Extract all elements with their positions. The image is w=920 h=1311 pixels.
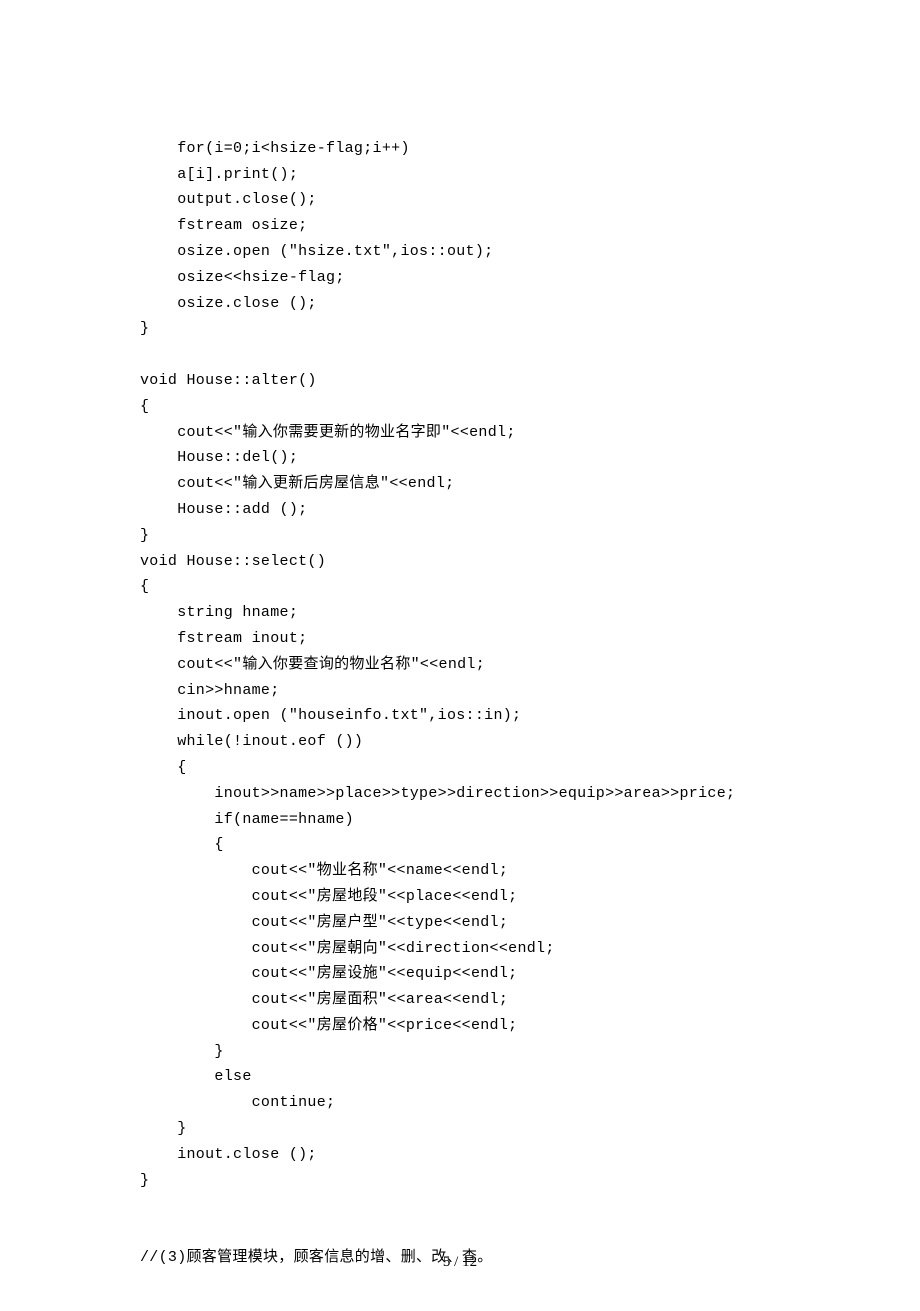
- code-line: cout<<"房屋朝向"<<direction<<endl;: [140, 940, 555, 957]
- code-line: a[i].print();: [140, 166, 298, 183]
- code-line: cout<<"房屋设施"<<equip<<endl;: [140, 965, 517, 982]
- page-number: 5 / 12: [0, 1254, 920, 1271]
- code-line: inout.close ();: [140, 1146, 317, 1163]
- code-line: continue;: [140, 1094, 335, 1111]
- code-line: {: [140, 398, 149, 415]
- code-line: House::del();: [140, 449, 298, 466]
- code-line: }: [140, 320, 149, 337]
- code-line: if(name==hname): [140, 811, 354, 828]
- code-line: cout<<"房屋户型"<<type<<endl;: [140, 914, 508, 931]
- code-line: inout>>name>>place>>type>>direction>>equ…: [140, 785, 735, 802]
- code-line: {: [140, 578, 149, 595]
- code-line: fstream osize;: [140, 217, 307, 234]
- code-line: osize.close ();: [140, 295, 317, 312]
- code-line: {: [140, 759, 187, 776]
- code-line: fstream inout;: [140, 630, 307, 647]
- code-line: cout<<"物业名称"<<name<<endl;: [140, 862, 508, 879]
- code-line: }: [140, 527, 149, 544]
- code-line: void House::alter(): [140, 372, 317, 389]
- code-line: void House::select(): [140, 553, 326, 570]
- code-line: while(!inout.eof ()): [140, 733, 363, 750]
- code-line: cout<<"房屋面积"<<area<<endl;: [140, 991, 508, 1008]
- code-line: House::add ();: [140, 501, 307, 518]
- code-line: inout.open ("houseinfo.txt",ios::in);: [140, 707, 521, 724]
- code-line: cout<<"输入更新后房屋信息"<<endl;: [140, 475, 454, 492]
- code-line: osize<<hsize-flag;: [140, 269, 345, 286]
- code-line: cout<<"输入你需要更新的物业名字即"<<endl;: [140, 424, 516, 441]
- code-line: cout<<"房屋地段"<<place<<endl;: [140, 888, 517, 905]
- code-line: }: [140, 1172, 149, 1189]
- code-line: cin>>hname;: [140, 682, 280, 699]
- code-line: output.close();: [140, 191, 317, 208]
- code-line: string hname;: [140, 604, 298, 621]
- code-block: for(i=0;i<hsize-flag;i++) a[i].print(); …: [140, 110, 780, 1271]
- code-line: {: [140, 836, 224, 853]
- code-line: else: [140, 1068, 252, 1085]
- code-line: }: [140, 1120, 187, 1137]
- document-page: for(i=0;i<hsize-flag;i++) a[i].print(); …: [0, 0, 920, 1311]
- code-line: cout<<"输入你要查询的物业名称"<<endl;: [140, 656, 485, 673]
- code-line: }: [140, 1043, 224, 1060]
- code-line: for(i=0;i<hsize-flag;i++): [140, 140, 410, 157]
- code-line: cout<<"房屋价格"<<price<<endl;: [140, 1017, 517, 1034]
- code-line: osize.open ("hsize.txt",ios::out);: [140, 243, 493, 260]
